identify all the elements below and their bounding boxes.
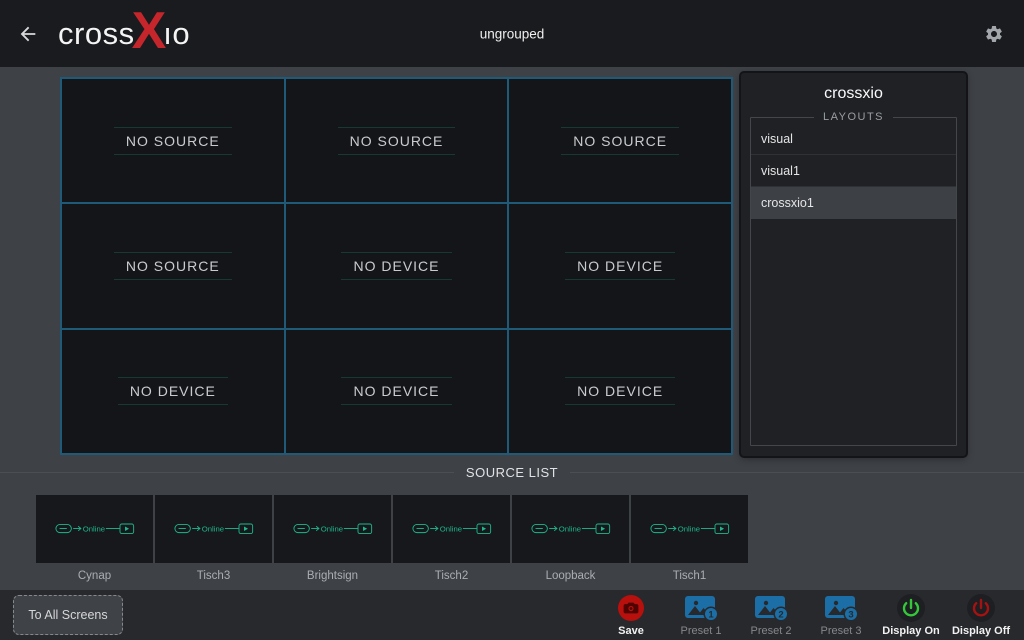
grid-cell-7[interactable]: NO DEVICE (62, 330, 284, 453)
online-status-icon: Online (174, 519, 254, 539)
bottom-action-bar: To All Screens Save (0, 590, 1024, 640)
svg-text:2: 2 (778, 609, 783, 620)
online-status-icon: Online (293, 519, 373, 539)
video-wall-grid: NO SOURCE NO SOURCE NO SOURCE NO SOURCE … (60, 77, 733, 455)
preset-2-label: Preset 2 (751, 625, 792, 637)
grid-cell-8[interactable]: NO DEVICE (286, 330, 508, 453)
grid-cell-3[interactable]: NO SOURCE (509, 79, 731, 202)
preset-2-button[interactable]: 2 Preset 2 (736, 593, 806, 637)
online-status-icon: Online (55, 519, 135, 539)
source-tile-label: Tisch1 (631, 570, 748, 582)
grid-cell-label: NO DEVICE (118, 377, 228, 405)
svg-text:1: 1 (708, 609, 714, 620)
svg-text:Online: Online (201, 524, 223, 533)
top-app-bar: cross X ıo ungrouped (0, 0, 1024, 67)
source-thumbnail: Online (155, 495, 272, 563)
source-thumbnail: Online (512, 495, 629, 563)
source-tile[interactable]: Online Tisch2 (393, 495, 510, 582)
layout-item-visual[interactable]: visual (751, 123, 956, 155)
grid-cell-6[interactable]: NO DEVICE (509, 204, 731, 327)
layout-item-visual1[interactable]: visual1 (751, 155, 956, 187)
preset-1-label: Preset 1 (681, 625, 722, 637)
camera-save-icon (617, 594, 645, 622)
bottom-actions: Save 1 Preset 1 (596, 593, 1016, 637)
source-tiles-row: Online Cynap Online Tisch3 (36, 495, 750, 582)
display-on-label: Display On (882, 625, 939, 637)
source-thumbnail: Online (274, 495, 391, 563)
online-status-icon: Online (412, 519, 492, 539)
save-button[interactable]: Save (596, 593, 666, 637)
source-tile-label: Brightsign (274, 570, 391, 582)
source-tile-label: Tisch2 (393, 570, 510, 582)
display-off-label: Display Off (952, 625, 1010, 637)
logo-text-post: ıo (163, 16, 190, 52)
gear-icon (984, 24, 1004, 44)
grid-cell-label: NO SOURCE (114, 127, 232, 155)
svg-text:Online: Online (320, 524, 342, 533)
grid-cell-label: NO DEVICE (341, 252, 451, 280)
group-title: ungrouped (480, 26, 545, 41)
source-tile-label: Cynap (36, 570, 153, 582)
layouts-section-label: LAYOUTS (814, 111, 893, 123)
source-tile[interactable]: Online Cynap (36, 495, 153, 582)
svg-text:Online: Online (677, 524, 699, 533)
grid-cell-label: NO SOURCE (561, 127, 679, 155)
grid-cell-2[interactable]: NO SOURCE (286, 79, 508, 202)
source-thumbnail: Online (631, 495, 748, 563)
preset-image-icon: 1 (683, 594, 719, 622)
online-status-icon: Online (650, 519, 730, 539)
layouts-fieldset: LAYOUTS visual visual1 crossxio1 (750, 111, 957, 446)
grid-cell-label: NO DEVICE (341, 377, 451, 405)
source-thumbnail: Online (393, 495, 510, 563)
arrow-left-icon (17, 23, 39, 45)
source-list-divider: SOURCE LIST (0, 465, 1024, 480)
app-logo: cross X ıo (58, 13, 190, 55)
svg-text:Online: Online (439, 524, 461, 533)
source-tile[interactable]: Online Loopback (512, 495, 629, 582)
layout-list: visual visual1 crossxio1 (751, 123, 956, 219)
grid-cell-4[interactable]: NO SOURCE (62, 204, 284, 327)
svg-text:3: 3 (848, 609, 853, 620)
grid-cell-1[interactable]: NO SOURCE (62, 79, 284, 202)
svg-text:Online: Online (558, 524, 580, 533)
grid-cell-label: NO DEVICE (565, 252, 675, 280)
grid-cell-label: NO DEVICE (565, 377, 675, 405)
settings-button[interactable] (972, 12, 1016, 56)
power-off-icon (966, 593, 996, 623)
preset-3-button[interactable]: 3 Preset 3 (806, 593, 876, 637)
source-tile-label: Tisch3 (155, 570, 272, 582)
grid-cell-9[interactable]: NO DEVICE (509, 330, 731, 453)
online-status-icon: Online (531, 519, 611, 539)
grid-cell-label: NO SOURCE (338, 127, 456, 155)
divider-line (570, 472, 1024, 473)
source-thumbnail: Online (36, 495, 153, 563)
divider-line (0, 472, 454, 473)
to-all-screens-button[interactable]: To All Screens (13, 595, 123, 635)
grid-cell-5[interactable]: NO DEVICE (286, 204, 508, 327)
layout-item-crossxio1[interactable]: crossxio1 (751, 187, 956, 219)
svg-text:Online: Online (82, 524, 104, 533)
logo-x: X (132, 11, 167, 53)
source-tile[interactable]: Online Brightsign (274, 495, 391, 582)
preset-image-icon: 2 (753, 594, 789, 622)
logo-text-pre: cross (58, 16, 135, 52)
layouts-panel: crossxio LAYOUTS visual visual1 crossxio… (741, 73, 966, 456)
power-on-icon (896, 593, 926, 623)
source-tile[interactable]: Online Tisch1 (631, 495, 748, 582)
back-button[interactable] (4, 10, 52, 58)
preset-3-label: Preset 3 (821, 625, 862, 637)
source-list-label: SOURCE LIST (454, 465, 570, 480)
display-on-button[interactable]: Display On (876, 593, 946, 637)
preset-1-button[interactable]: 1 Preset 1 (666, 593, 736, 637)
save-label: Save (618, 625, 644, 637)
grid-cell-label: NO SOURCE (114, 252, 232, 280)
display-off-button[interactable]: Display Off (946, 593, 1016, 637)
preset-image-icon: 3 (823, 594, 859, 622)
panel-title: crossxio (741, 73, 966, 111)
source-tile[interactable]: Online Tisch3 (155, 495, 272, 582)
source-tile-label: Loopback (512, 570, 629, 582)
